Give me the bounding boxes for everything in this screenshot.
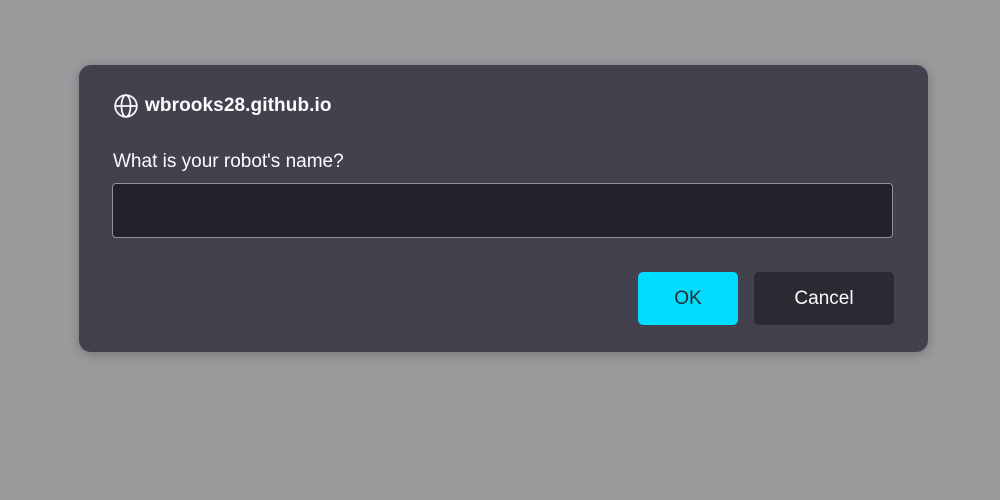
origin-label: wbrooks28.github.io bbox=[145, 95, 332, 116]
name-input[interactable] bbox=[112, 183, 893, 238]
prompt-text: What is your robot's name? bbox=[113, 151, 344, 172]
cancel-button[interactable]: Cancel bbox=[754, 272, 894, 325]
dialog-header: wbrooks28.github.io bbox=[113, 93, 332, 119]
globe-icon bbox=[113, 93, 145, 119]
prompt-dialog: wbrooks28.github.io What is your robot's… bbox=[79, 65, 928, 352]
ok-button[interactable]: OK bbox=[638, 272, 738, 325]
